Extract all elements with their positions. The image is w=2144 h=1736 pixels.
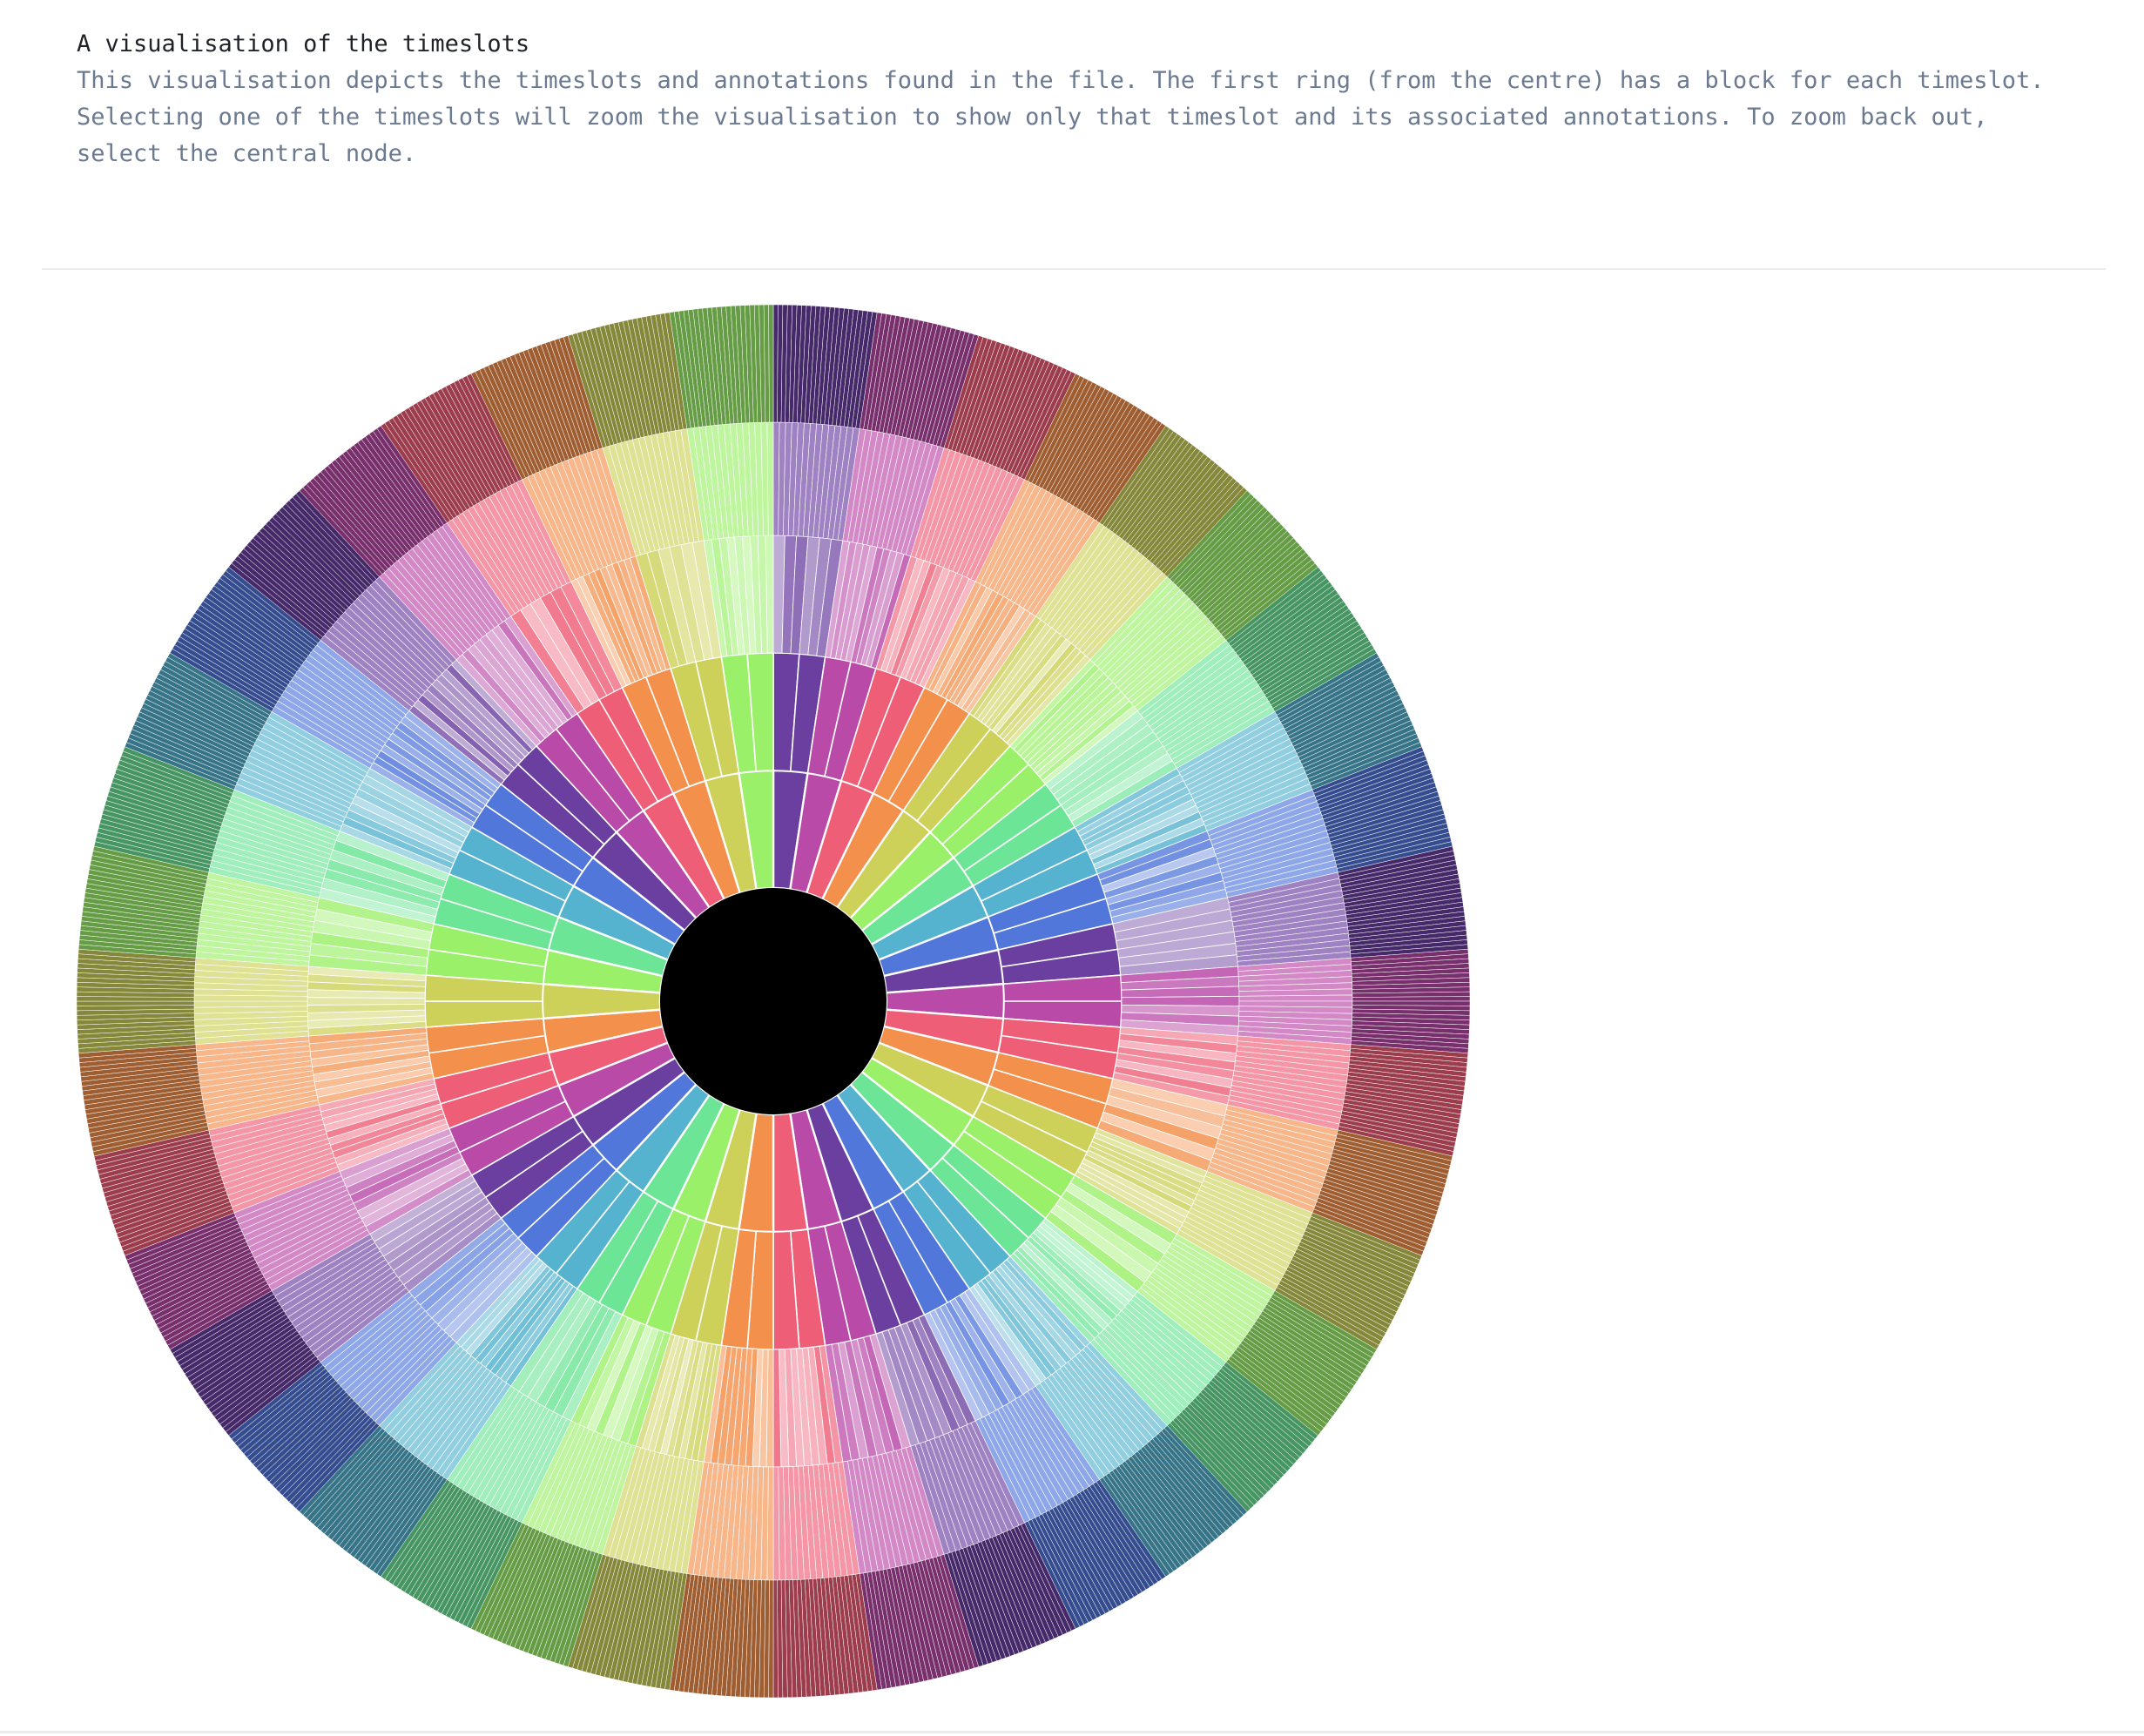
annotation-segment[interactable]: [1352, 996, 1470, 1002]
timeslot-sunburst: [77, 305, 1470, 1698]
annotation-segment[interactable]: [77, 1000, 195, 1006]
annotation-segment[interactable]: [193, 1000, 308, 1008]
annotation-segment[interactable]: [772, 1466, 780, 1581]
annotation-segment[interactable]: [768, 305, 774, 423]
footer-divider: [0, 1731, 2144, 1733]
header-divider: [42, 268, 2106, 270]
page-description: This visualisation depicts the timeslots…: [77, 67, 2045, 167]
annotation-segment[interactable]: [772, 1579, 779, 1698]
page-header: A visualisation of the timeslots This vi…: [77, 26, 2080, 172]
annotation-segment[interactable]: [1238, 994, 1353, 1002]
annotation-segment[interactable]: [1121, 995, 1240, 1007]
central-node[interactable]: [660, 888, 887, 1114]
page-title: A visualisation of the timeslots: [77, 30, 530, 57]
annotation-segment[interactable]: [766, 421, 774, 536]
